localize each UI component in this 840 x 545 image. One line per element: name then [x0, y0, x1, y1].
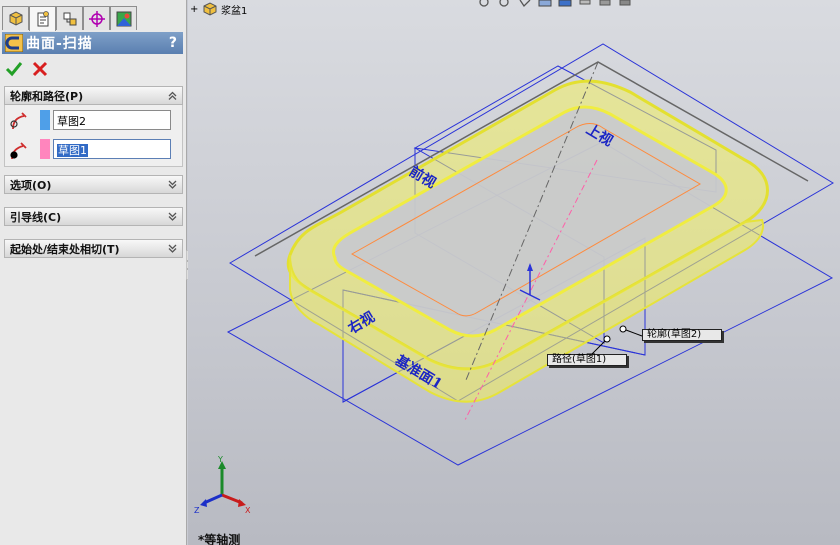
- profile-leader-line: [625, 329, 643, 337]
- path-callout[interactable]: 路径(草图1): [547, 354, 627, 366]
- reference-triad: Y X Z: [194, 455, 251, 515]
- triad-z-label: Z: [194, 506, 200, 515]
- triad-y-label: Y: [217, 455, 223, 464]
- model-scene[interactable]: [0, 0, 840, 545]
- view-orientation-name: *等轴测: [198, 533, 241, 545]
- triad-x-label: X: [245, 506, 251, 515]
- triad-z-axis: [203, 493, 223, 505]
- profile-callout[interactable]: 轮廓(草图2): [642, 329, 722, 341]
- profile-leader-dot: [619, 325, 627, 333]
